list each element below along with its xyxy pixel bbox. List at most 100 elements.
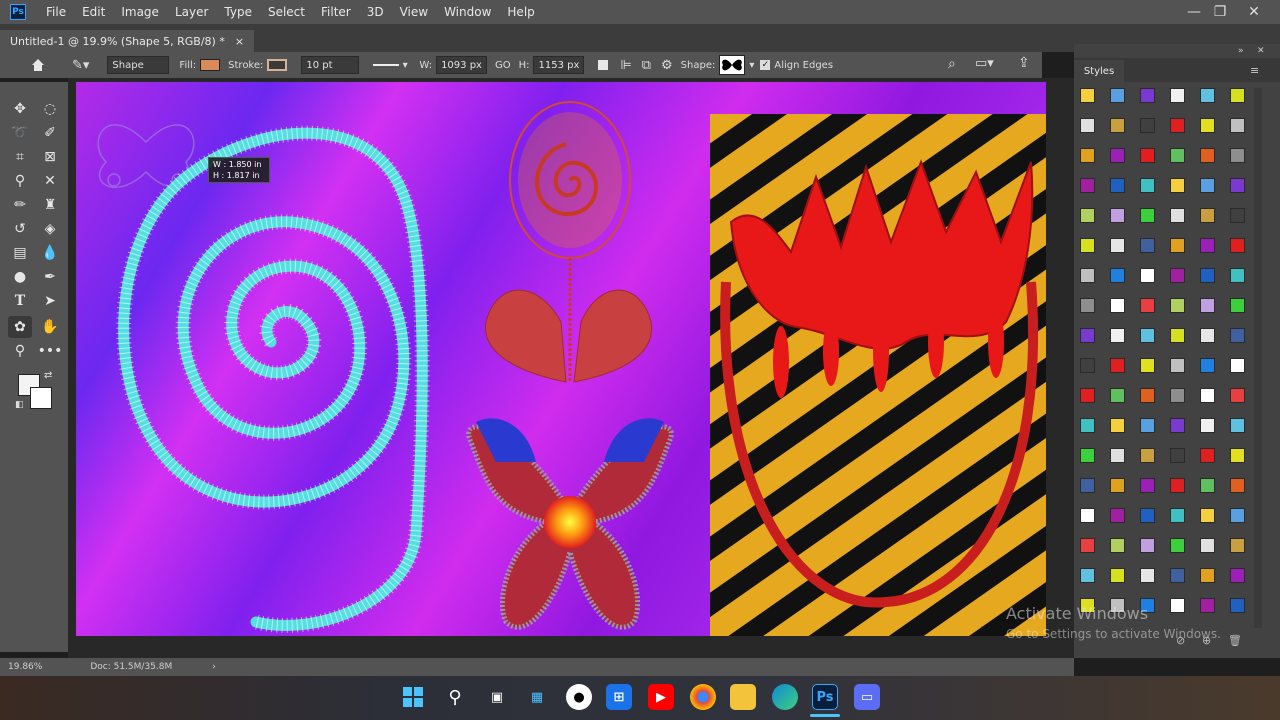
- style-swatch[interactable]: [1080, 388, 1095, 403]
- style-swatch[interactable]: [1140, 298, 1155, 313]
- style-swatch[interactable]: [1200, 118, 1215, 133]
- style-swatch[interactable]: [1110, 178, 1125, 193]
- style-swatch[interactable]: [1200, 598, 1215, 613]
- github-icon[interactable]: ●: [566, 684, 592, 710]
- style-swatch[interactable]: [1200, 148, 1215, 163]
- style-swatch[interactable]: [1110, 358, 1125, 373]
- background-color-swatch[interactable]: [30, 387, 52, 409]
- style-swatch[interactable]: [1230, 418, 1245, 433]
- style-swatch[interactable]: [1140, 178, 1155, 193]
- style-swatch[interactable]: [1200, 538, 1215, 553]
- style-swatch[interactable]: [1080, 118, 1095, 133]
- style-swatch[interactable]: [1080, 478, 1095, 493]
- style-swatch[interactable]: [1200, 508, 1215, 523]
- style-swatch[interactable]: [1200, 178, 1215, 193]
- close-tab-icon[interactable]: ×: [235, 35, 244, 48]
- style-swatch[interactable]: [1140, 268, 1155, 283]
- menu-type[interactable]: Type: [216, 0, 260, 24]
- menu-file[interactable]: File: [38, 0, 74, 24]
- swap-colors-icon[interactable]: ⇄: [44, 370, 52, 381]
- style-swatch[interactable]: [1200, 238, 1215, 253]
- style-swatch[interactable]: [1080, 568, 1095, 583]
- style-swatch[interactable]: [1110, 508, 1125, 523]
- brush-tool-icon[interactable]: ✏: [8, 194, 32, 216]
- style-swatch[interactable]: [1110, 298, 1125, 313]
- store-icon[interactable]: ⊞: [606, 684, 632, 710]
- style-swatch[interactable]: [1170, 448, 1185, 463]
- fill-swatch[interactable]: [200, 59, 221, 71]
- style-swatch[interactable]: [1140, 358, 1155, 373]
- style-swatch[interactable]: [1200, 328, 1215, 343]
- shape-picker[interactable]: [719, 55, 746, 75]
- home-icon[interactable]: [30, 57, 46, 73]
- path-select-tool-icon[interactable]: ➤: [38, 290, 62, 312]
- chrome-icon[interactable]: [690, 684, 716, 710]
- file-explorer-icon[interactable]: [730, 684, 756, 710]
- style-swatch[interactable]: [1230, 538, 1245, 553]
- width-field[interactable]: 1093 px: [436, 56, 487, 74]
- style-swatch[interactable]: [1170, 178, 1185, 193]
- gear-icon[interactable]: ⚙: [661, 58, 673, 73]
- style-swatch[interactable]: [1140, 568, 1155, 583]
- dodge-tool-icon[interactable]: ●: [8, 266, 32, 288]
- style-swatch[interactable]: [1080, 88, 1095, 103]
- style-swatch[interactable]: [1140, 238, 1155, 253]
- style-swatch[interactable]: [1230, 238, 1245, 253]
- search-icon[interactable]: ⌕: [948, 56, 956, 72]
- collapse-panel-icon[interactable]: »: [1238, 46, 1244, 56]
- style-swatch[interactable]: [1110, 88, 1125, 103]
- style-swatch[interactable]: [1110, 268, 1125, 283]
- zoom-tool-icon[interactable]: ⚲: [8, 340, 32, 362]
- style-swatch[interactable]: [1140, 418, 1155, 433]
- style-swatch[interactable]: [1080, 358, 1095, 373]
- blur-tool-icon[interactable]: 💧: [38, 242, 62, 264]
- style-swatch[interactable]: [1140, 88, 1155, 103]
- move-tool-icon[interactable]: ✥: [8, 98, 32, 120]
- style-swatch[interactable]: [1080, 298, 1095, 313]
- style-swatch[interactable]: [1200, 208, 1215, 223]
- styles-tab[interactable]: Styles: [1074, 60, 1124, 82]
- style-swatch[interactable]: [1170, 88, 1185, 103]
- path-alignment-icon[interactable]: ⊫: [620, 58, 631, 73]
- style-swatch[interactable]: [1140, 118, 1155, 133]
- style-swatch[interactable]: [1170, 418, 1185, 433]
- style-swatch[interactable]: [1110, 388, 1125, 403]
- style-swatch[interactable]: [1230, 178, 1245, 193]
- gradient-tool-icon[interactable]: ▤: [8, 242, 32, 264]
- style-swatch[interactable]: [1080, 328, 1095, 343]
- style-swatch[interactable]: [1230, 478, 1245, 493]
- style-swatch[interactable]: [1140, 538, 1155, 553]
- style-swatch[interactable]: [1170, 478, 1185, 493]
- lasso-tool-icon[interactable]: ➰: [8, 122, 32, 144]
- style-swatch[interactable]: [1230, 148, 1245, 163]
- style-swatch[interactable]: [1170, 208, 1185, 223]
- history-brush-tool-icon[interactable]: ↺: [8, 218, 32, 240]
- style-swatch[interactable]: [1230, 88, 1245, 103]
- link-dimensions-icon[interactable]: GO: [495, 60, 511, 71]
- menu-help[interactable]: Help: [499, 0, 542, 24]
- search-icon[interactable]: ⚲: [442, 684, 468, 710]
- menu-filter[interactable]: Filter: [313, 0, 359, 24]
- close-panel-icon[interactable]: ✕: [1257, 46, 1265, 56]
- minimize-button[interactable]: —: [1180, 0, 1208, 24]
- path-operations-icon[interactable]: [598, 60, 609, 70]
- eraser-tool-icon[interactable]: ◈: [38, 218, 62, 240]
- style-swatch[interactable]: [1200, 448, 1215, 463]
- app-icon[interactable]: ▭: [854, 684, 880, 710]
- shape-picker-chevron-icon[interactable]: ▾: [749, 60, 754, 71]
- stroke-swatch[interactable]: [267, 59, 288, 71]
- style-swatch[interactable]: [1080, 448, 1095, 463]
- pen-tool-preset-icon[interactable]: ✎▾: [72, 58, 89, 73]
- style-swatch[interactable]: [1110, 418, 1125, 433]
- frame-tool-icon[interactable]: ⊠: [38, 146, 62, 168]
- style-swatch[interactable]: [1230, 358, 1245, 373]
- style-swatch[interactable]: [1110, 328, 1125, 343]
- youtube-icon[interactable]: ▶: [648, 684, 674, 710]
- default-colors-icon[interactable]: ◧: [15, 400, 24, 410]
- style-swatch[interactable]: [1110, 448, 1125, 463]
- menu-3d[interactable]: 3D: [359, 0, 392, 24]
- restore-button[interactable]: ❐: [1206, 0, 1234, 24]
- style-swatch[interactable]: [1080, 538, 1095, 553]
- style-swatch[interactable]: [1080, 268, 1095, 283]
- type-tool-icon[interactable]: T: [8, 290, 32, 312]
